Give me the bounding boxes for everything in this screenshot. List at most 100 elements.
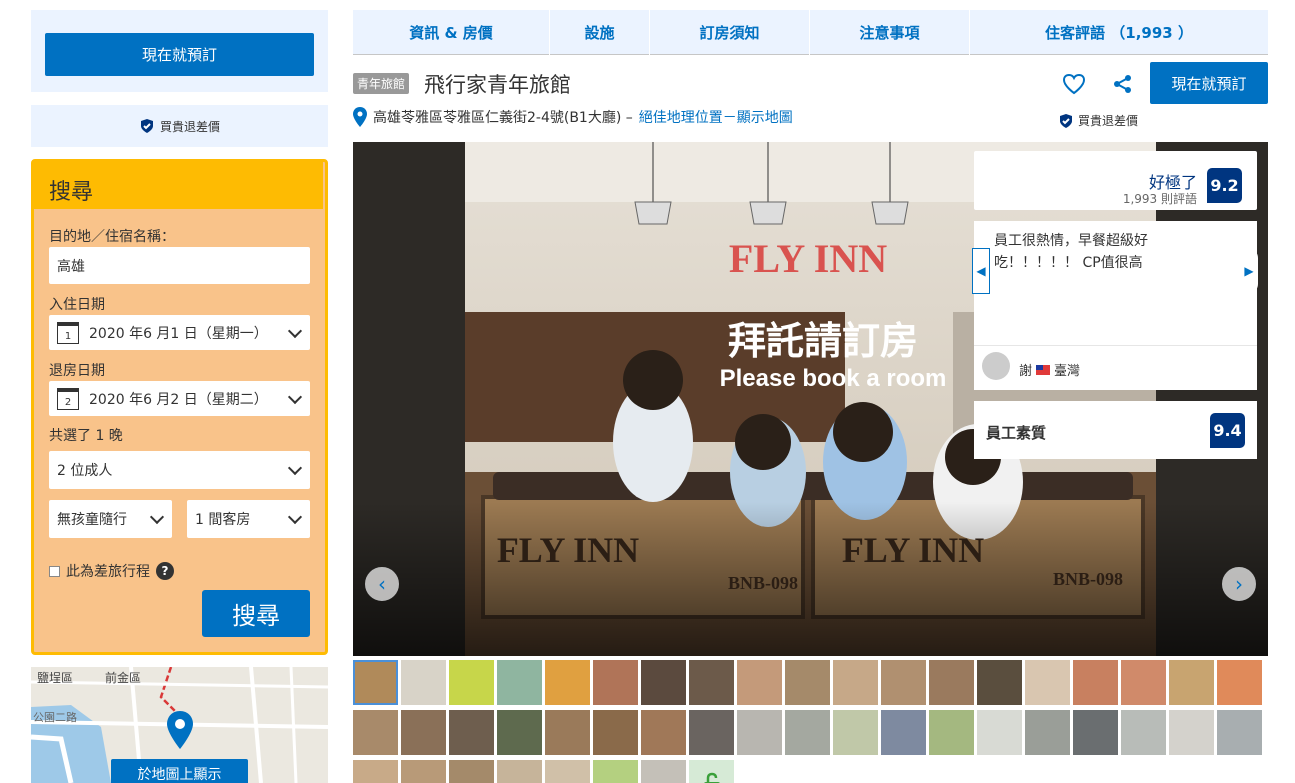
rating-score: 9.2	[1207, 168, 1242, 203]
map-label: 前金區	[105, 671, 142, 685]
adults-value: 2 位成人	[57, 463, 113, 479]
map-label: 鹽埕區	[37, 671, 74, 685]
unlock-icon	[703, 772, 720, 783]
thumbnail[interactable]	[1169, 660, 1214, 705]
photo-next-button[interactable]: ›	[1222, 567, 1256, 601]
rooms-select[interactable]: 1 間客房	[187, 500, 310, 538]
thumbnail[interactable]	[977, 660, 1022, 705]
avatar	[982, 352, 1010, 380]
thumbnail[interactable]	[497, 710, 542, 755]
thumbnail[interactable]	[353, 660, 398, 705]
thumbnail[interactable]	[1121, 710, 1166, 755]
price-match-panel[interactable]: 買貴退差價	[31, 105, 328, 147]
show-map-link[interactable]: 絕佳地理位置－顯示地圖	[639, 107, 793, 127]
thumbnail[interactable]	[1025, 710, 1070, 755]
thumbnail[interactable]	[401, 710, 446, 755]
thumbnail[interactable]	[497, 760, 542, 783]
show-on-map-button[interactable]: 於地圖上顯示	[111, 759, 248, 783]
thumbnail[interactable]	[833, 660, 878, 705]
chevron-down-icon	[287, 323, 303, 338]
checkout-label: 退房日期	[49, 363, 105, 379]
triangle-right-icon: ▶	[1244, 264, 1254, 278]
thumbnail[interactable]	[353, 760, 398, 783]
chevron-down-icon	[287, 509, 303, 525]
search-submit-button[interactable]: 搜尋	[202, 590, 310, 637]
rating-card[interactable]: 好極了 1,993 則評語 9.2	[974, 151, 1257, 210]
chevron-down-icon	[287, 460, 303, 476]
thumbnail[interactable]	[401, 760, 446, 783]
photo-overlay-en: Please book a room	[720, 365, 947, 392]
triangle-left-icon: ◀	[976, 264, 986, 278]
thumbnail[interactable]	[449, 660, 494, 705]
price-match-header[interactable]: 買貴退差價	[1058, 112, 1138, 129]
thumbnail[interactable]	[497, 660, 542, 705]
thumbnail[interactable]	[1025, 660, 1070, 705]
thumbnail[interactable]	[545, 660, 590, 705]
thumbnail[interactable]	[929, 660, 974, 705]
review-prev-button[interactable]: ◀	[972, 248, 990, 294]
thumbnail[interactable]	[1073, 660, 1118, 705]
thumbnail[interactable]	[1121, 660, 1166, 705]
help-icon[interactable]: ?	[156, 562, 174, 580]
thumbnail[interactable]	[449, 710, 494, 755]
hostel-lobby-image: FLY INN 拜託請訂房 Please book a room FLY INN…	[353, 142, 1268, 656]
book-now-button[interactable]: 現在就預訂	[45, 33, 314, 76]
thumbnail[interactable]	[593, 760, 638, 783]
thumbnail[interactable]	[785, 710, 830, 755]
staff-score: 9.4	[1210, 413, 1245, 448]
thumbnail[interactable]	[593, 660, 638, 705]
thumbnail[interactable]	[977, 710, 1022, 755]
thumbnail[interactable]	[881, 660, 926, 705]
price-match-label: 買貴退差價	[1078, 114, 1139, 128]
thumbnail[interactable]	[737, 710, 782, 755]
destination-value: 高雄	[57, 258, 85, 275]
heart-icon[interactable]	[1062, 73, 1086, 95]
thumbnail[interactable]	[449, 760, 494, 783]
children-select[interactable]: 無孩童隨行	[49, 500, 172, 538]
map-pin-icon	[167, 711, 193, 749]
review-next-button[interactable]: ▶	[1240, 248, 1258, 294]
thumbnail[interactable]	[545, 710, 590, 755]
thumbnail[interactable]	[593, 710, 638, 755]
main-photo[interactable]: FLY INN 拜託請訂房 Please book a room FLY INN…	[353, 142, 1268, 656]
address-text: 高雄苓雅區苓雅區仁義街2-4號(B1大廳) –	[373, 110, 633, 126]
thumbnail[interactable]	[545, 760, 590, 783]
thumbnail[interactable]	[1217, 660, 1262, 705]
tab-fine-print[interactable]: 注意事項	[810, 10, 970, 55]
thumbnail[interactable]	[689, 710, 734, 755]
tab-guest-reviews[interactable]: 住客評語 （1,993 ）	[970, 10, 1268, 55]
thumbnail[interactable]	[833, 710, 878, 755]
thumbnail[interactable]	[929, 710, 974, 755]
tab-facilities[interactable]: 設施	[550, 10, 650, 55]
calendar-icon: 1	[57, 321, 79, 344]
thumbnail[interactable]	[401, 660, 446, 705]
tab-info-prices[interactable]: 資訊 & 房價	[353, 10, 550, 55]
crate-text-right: FLY INN	[842, 530, 984, 570]
thumbnail[interactable]	[1073, 710, 1118, 755]
adults-select[interactable]: 2 位成人	[49, 451, 310, 489]
thumbnail[interactable]	[1169, 710, 1214, 755]
thumbnail[interactable]	[641, 660, 686, 705]
share-icon[interactable]	[1113, 74, 1133, 94]
tab-house-rules[interactable]: 訂房須知	[650, 10, 810, 55]
thumbnail[interactable]	[641, 760, 686, 783]
crate-code-left: BNB-098	[728, 573, 798, 593]
photo-prev-button[interactable]: ‹	[365, 567, 399, 601]
book-now-header-button[interactable]: 現在就預訂	[1150, 62, 1268, 104]
price-match-label: 買貴退差價	[159, 119, 220, 134]
checkout-date-select[interactable]: 2 2020 年6 月2 日（星期二）	[49, 381, 310, 416]
thumbnail[interactable]	[1217, 710, 1262, 755]
thumbnail[interactable]	[641, 710, 686, 755]
thumbnail[interactable]	[785, 660, 830, 705]
checkin-date-select[interactable]: 1 2020 年6 月1 日（星期一）	[49, 315, 310, 350]
thumbnail[interactable]	[881, 710, 926, 755]
more-photos-button[interactable]	[689, 760, 734, 783]
thumbnail[interactable]	[689, 660, 734, 705]
thumbnail[interactable]	[353, 710, 398, 755]
children-value: 無孩童隨行	[57, 512, 127, 528]
destination-input[interactable]: 高雄	[49, 247, 310, 284]
thumbnail[interactable]	[737, 660, 782, 705]
map-thumbnail[interactable]: 鹽埕區 前金區 公園二路 於地圖上顯示	[31, 667, 328, 783]
business-trip-checkbox[interactable]	[49, 565, 60, 577]
nights-summary: 共選了 1 晚	[49, 428, 123, 444]
